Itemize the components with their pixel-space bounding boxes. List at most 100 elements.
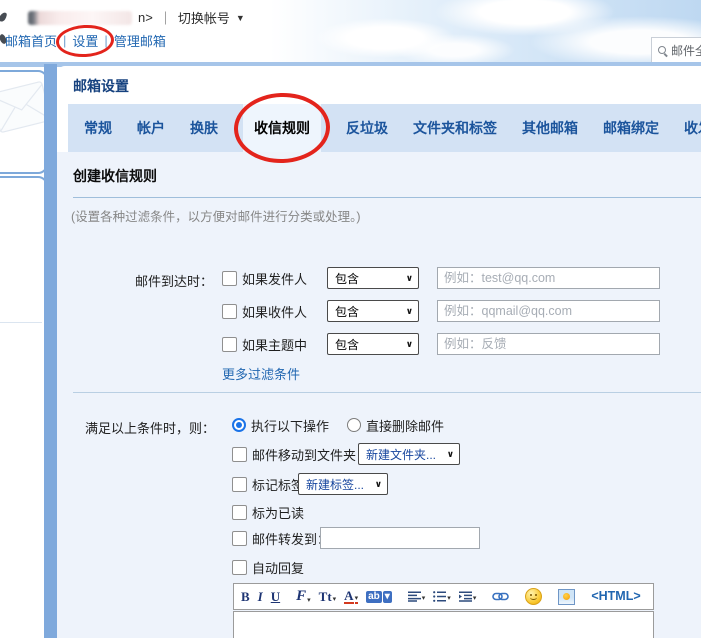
subject-checkbox-label: 如果主题中 (242, 335, 307, 354)
move-to-folder-checkbox[interactable] (232, 447, 247, 462)
sender-value-input[interactable] (437, 267, 660, 289)
tag-select-value: 新建标签... (306, 476, 364, 493)
rule-content-area: 创建收信规则 (设置各种过滤条件，以方便对邮件进行分类或处理。) 邮件到达时： … (57, 152, 701, 638)
select-caret-icon: ∨ (447, 449, 454, 460)
highlight-color-button[interactable]: ab▾ (366, 591, 392, 603)
arrive-when-label: 邮件到达时： (117, 271, 213, 290)
account-suffix: n> (138, 10, 153, 25)
vertical-blue-bar (44, 64, 57, 638)
toolbar-caret-icon: ▾ (355, 595, 359, 604)
sender-operator-select[interactable]: 包含 ∨ (327, 267, 419, 289)
autoreply-editor-textarea[interactable] (233, 611, 654, 638)
sidebar-divider (0, 322, 42, 323)
nav-settings-link[interactable]: 设置 (72, 34, 98, 49)
font-family-button[interactable]: F▾ (296, 589, 311, 604)
toolbar-caret-icon: ▾ (333, 596, 337, 603)
emoticon-button[interactable] (525, 588, 542, 605)
more-filters-link[interactable]: 更多过滤条件 (222, 364, 300, 383)
recipient-value-input[interactable] (437, 300, 660, 322)
tab-mail-rules[interactable]: 收信规则 (243, 104, 321, 152)
tab-antispam[interactable]: 反垃圾 (346, 104, 388, 152)
toolbar-caret-icon: ▾ (307, 597, 311, 604)
switch-account-link[interactable]: 切换帐号 (178, 8, 230, 27)
sender-checkbox[interactable] (222, 271, 237, 286)
recipient-operator-value: 包含 (335, 303, 359, 320)
toolbar-caret-icon: ▾ (422, 595, 426, 602)
forward-checkbox[interactable] (232, 531, 247, 546)
select-caret-icon: ∨ (406, 306, 413, 317)
subject-operator-select[interactable]: 包含 ∨ (327, 333, 419, 355)
toolbar-caret-icon: ▾ (447, 595, 451, 602)
font-color-glyph: A (344, 589, 353, 604)
condition-row-sender: 如果发件人 (222, 267, 307, 289)
nav-manage-mail-link[interactable]: 管理邮箱 (114, 31, 166, 50)
sky-clouds-banner (270, 0, 701, 62)
mark-read-checkbox[interactable] (232, 505, 247, 520)
tag-checkbox[interactable] (232, 477, 247, 492)
underline-glyph: U (271, 590, 280, 603)
tab-send-receive[interactable]: 收发信设置 (684, 104, 701, 152)
move-to-folder-row: 邮件移动到文件夹： (232, 443, 369, 465)
html-mode-button[interactable]: <HTML> (591, 590, 640, 603)
font-color-button[interactable]: A▾ (344, 589, 358, 604)
indent-button[interactable]: ▾ (459, 591, 477, 602)
page-title: 邮箱设置 (73, 76, 129, 96)
qqmail-settings-page: n> ｜ 切换帐号 ▼ 邮箱首页 | 设置 | 管理邮箱 邮件全 邮 (0, 0, 701, 638)
recipient-checkbox-label: 如果收件人 (242, 302, 307, 321)
underline-button[interactable]: U (271, 590, 280, 603)
when-matched-label: 满足以上条件时，则： (83, 418, 215, 437)
tab-skin[interactable]: 换肤 (190, 104, 218, 152)
link-icon (492, 592, 509, 601)
search-placeholder-text: 邮件全 (671, 42, 701, 59)
align-button[interactable]: ▾ (408, 591, 426, 602)
sender-checkbox-label: 如果发件人 (242, 269, 307, 288)
subject-checkbox[interactable] (222, 337, 237, 352)
insert-image-button[interactable] (558, 589, 575, 605)
list-button[interactable]: ▾ (433, 591, 451, 602)
recipient-checkbox[interactable] (222, 304, 237, 319)
select-caret-icon: ∨ (406, 273, 413, 284)
condition-row-recipient: 如果收件人 (222, 300, 307, 322)
autoreply-label: 自动回复 (252, 558, 304, 577)
section-separator (73, 392, 701, 393)
chevron-down-icon[interactable]: ▼ (236, 13, 245, 23)
section-title: 创建收信规则 (73, 166, 157, 186)
forward-address-input[interactable] (320, 527, 480, 549)
recipient-operator-select[interactable]: 包含 ∨ (327, 300, 419, 322)
subject-value-input[interactable] (437, 333, 660, 355)
condition-row-subject: 如果主题中 (222, 333, 307, 355)
subject-operator-value: 包含 (335, 336, 359, 353)
select-caret-icon: ∨ (406, 339, 413, 350)
folder-select[interactable]: 新建文件夹... ∨ (358, 443, 460, 465)
envelope-watermark-icon (0, 80, 48, 134)
move-to-folder-label: 邮件移动到文件夹： (252, 445, 369, 464)
redacted-email (28, 11, 132, 25)
tab-other-mailboxes[interactable]: 其他邮箱 (522, 104, 578, 152)
tag-select[interactable]: 新建标签... ∨ (298, 473, 388, 495)
align-icon (408, 591, 421, 602)
nav-mail-home-link[interactable]: 邮箱首页 (5, 31, 57, 50)
font-size-button[interactable]: Tt▾ (319, 590, 337, 603)
font-family-glyph: F (296, 589, 306, 604)
nav-separator: | (104, 33, 107, 48)
editor-toolbar: B I U F▾ Tt▾ A▾ ab▾ ▾ ▾ ▾ (233, 583, 654, 610)
italic-button[interactable]: I (258, 590, 263, 603)
insert-link-button[interactable] (492, 592, 509, 601)
autoreply-row: 自动回复 (232, 558, 304, 576)
sidebar-logo-panel (0, 70, 48, 174)
delete-mail-radio[interactable] (347, 418, 361, 432)
list-icon (433, 591, 446, 602)
folder-select-value: 新建文件夹... (366, 446, 436, 463)
bold-button[interactable]: B (241, 590, 250, 603)
do-actions-radio[interactable] (232, 418, 246, 432)
tab-general[interactable]: 常规 (84, 104, 112, 152)
search-icon (658, 46, 667, 55)
autoreply-checkbox[interactable] (232, 560, 247, 575)
tab-account[interactable]: 帐户 (137, 104, 165, 152)
indent-icon (459, 591, 472, 602)
account-line: n> ｜ 切换帐号 ▼ (28, 9, 245, 26)
tab-folders-labels[interactable]: 文件夹和标签 (413, 104, 497, 152)
tab-mailbox-binding[interactable]: 邮箱绑定 (603, 104, 659, 152)
mail-search-box[interactable]: 邮件全 (651, 37, 701, 64)
highlight-glyph: ab (366, 591, 382, 603)
